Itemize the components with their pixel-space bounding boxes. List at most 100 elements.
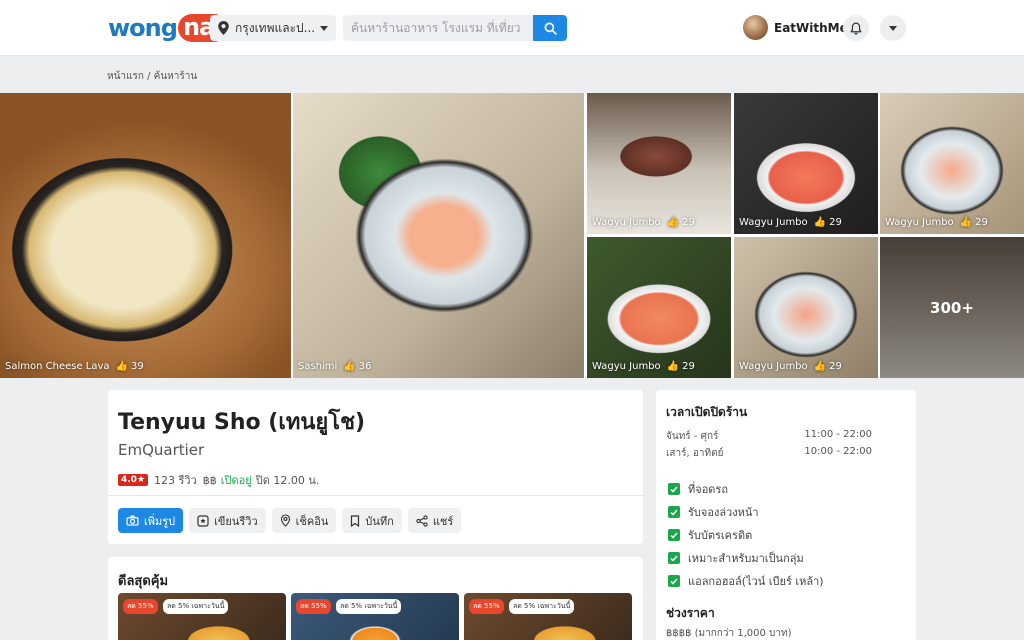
- search-input[interactable]: [343, 15, 534, 41]
- feature-item: รับจองล่วงหน้า: [668, 503, 759, 521]
- photo-likes: 39: [131, 361, 144, 372]
- thumbs-up-icon: 👍: [959, 217, 973, 228]
- thumbs-up-icon: 👍: [115, 361, 128, 372]
- hours-time: 10:00 - 22:00: [804, 446, 872, 457]
- deals-card: ดีลสุดคุ้ม ลด 55% ลด 5% เฉพาะวันนี้ ลด 5…: [108, 557, 643, 640]
- gallery-photo[interactable]: Wagyu Jumbo 👍 29: [734, 93, 878, 234]
- breadcrumb[interactable]: หน้าแรก / ค้นหาร้าน: [107, 69, 197, 84]
- avatar: [743, 15, 768, 40]
- check-icon: [668, 483, 680, 495]
- search-icon: [544, 22, 557, 35]
- deal-item[interactable]: ลด 55% ลด 5% เฉพาะวันนี้: [118, 593, 286, 640]
- restaurant-info-card: Tenyuu Sho (เทนยูโช) EmQuartier 4.0★ 123…: [108, 390, 643, 544]
- side-info-card: เวลาเปิดปิดร้าน จันทร์ - ศุกร์ 11:00 - 2…: [656, 390, 916, 640]
- check-icon: [668, 552, 680, 564]
- save-button[interactable]: บันทึก: [342, 508, 402, 533]
- thumbs-up-icon: 👍: [666, 361, 680, 372]
- write-review-button[interactable]: เขียนรีวิว: [189, 508, 266, 533]
- gallery-photo[interactable]: Salmon Cheese Lava 👍 39: [0, 93, 291, 378]
- thumbs-up-icon: 👍: [813, 361, 827, 372]
- checkin-label: เช็คอิน: [295, 514, 329, 528]
- photo-likes: 29: [829, 361, 842, 372]
- photo-title: Wagyu Jumbo: [739, 217, 808, 228]
- review-count[interactable]: 123 รีวิว: [154, 471, 197, 489]
- photo-title: Wagyu Jumbo: [592, 361, 661, 372]
- hours-time: 11:00 - 22:00: [804, 429, 872, 440]
- hours-days: เสาร์, อาทิตย์: [666, 448, 724, 459]
- thumbs-up-icon: 👍: [343, 361, 356, 372]
- divider: [108, 495, 643, 496]
- more-photos-count: 300+: [880, 237, 1024, 378]
- camera-icon: [126, 515, 139, 526]
- photo-title: Sashimi: [298, 361, 338, 372]
- search-button[interactable]: [533, 15, 567, 41]
- photo-caption: Salmon Cheese Lava 👍 39: [5, 361, 144, 372]
- hours-row: เสาร์, อาทิตย์ 10:00 - 22:00: [666, 446, 872, 461]
- location-label: กรุงเทพและป...: [235, 20, 316, 35]
- feature-label: แอลกอฮอล์(ไวน์ เบียร์ เหล้า): [688, 575, 824, 588]
- review-icon: [197, 514, 209, 527]
- feature-item: รับบัตรเครดิต: [668, 526, 752, 544]
- open-status: เปิดอยู่: [220, 474, 252, 487]
- check-icon: [668, 529, 680, 541]
- feature-label: รับจองล่วงหน้า: [688, 506, 759, 519]
- bookmark-icon: [351, 514, 360, 527]
- restaurant-branch: EmQuartier: [118, 441, 205, 459]
- hours-days: จันทร์ - ศุกร์: [666, 431, 719, 442]
- deal-item[interactable]: ลด 55% ลด 5% เฉพาะวันนี้: [291, 593, 459, 640]
- photo-caption: Sashimi 👍 36: [298, 361, 372, 372]
- photo-caption: Wagyu Jumbo 👍 29: [739, 217, 842, 228]
- gallery-more[interactable]: 300+: [880, 237, 1024, 378]
- notification-button[interactable]: [843, 15, 869, 41]
- checkin-pin-icon: [280, 514, 290, 527]
- photo-likes: 29: [829, 217, 842, 228]
- menu-dropdown-button[interactable]: [880, 15, 906, 41]
- photo-title: Salmon Cheese Lava: [5, 361, 110, 372]
- discount-badge: ลด 55%: [123, 599, 158, 614]
- user-profile[interactable]: EatWithMe: [743, 15, 848, 40]
- opening-hours-title: เวลาเปิดปิดร้าน: [666, 405, 748, 419]
- check-icon: [668, 506, 680, 518]
- add-photo-label: เพิ่มรูป: [144, 514, 176, 528]
- feature-item: แอลกอฮอล์(ไวน์ เบียร์ เหล้า): [668, 572, 824, 590]
- photo-caption: Wagyu Jumbo 👍 29: [739, 361, 842, 372]
- feature-label: เหมาะสำหรับมาเป็นกลุ่ม: [688, 552, 804, 565]
- add-photo-button[interactable]: เพิ่มรูป: [118, 508, 184, 533]
- gallery-photo[interactable]: Sashimi 👍 36: [293, 93, 584, 378]
- deals-title: ดีลสุดคุ้ม: [118, 574, 169, 589]
- gallery-photo[interactable]: Wagyu Jumbo 👍 29: [734, 237, 878, 378]
- today-discount-badge: ลด 5% เฉพาะวันนี้: [509, 599, 575, 614]
- location-pin-icon: [218, 21, 229, 35]
- photo-caption: Wagyu Jumbo 👍 29: [592, 361, 695, 372]
- gallery-photo[interactable]: Wagyu Jumbo 👍 29: [587, 93, 731, 234]
- restaurant-meta: 4.0★ 123 รีวิว ฿฿ เปิดอยู่ ปิด 12.00 น.: [118, 471, 319, 489]
- rating-badge: 4.0★: [118, 474, 149, 486]
- price-range-title: ช่วงราคา: [666, 606, 715, 620]
- photo-caption: Wagyu Jumbo 👍 29: [592, 217, 695, 228]
- today-discount-badge: ลด 5% เฉพาะวันนี้: [163, 599, 229, 614]
- logo-text-wong: wong: [108, 14, 178, 42]
- share-label: แชร์: [432, 514, 454, 528]
- photo-gallery: Salmon Cheese Lava 👍 39 Sashimi 👍 36 Wagyu J…: [0, 93, 1024, 378]
- gallery-photo[interactable]: Wagyu Jumbo 👍 29: [587, 237, 731, 378]
- deal-item[interactable]: ลด 55% ลด 5% เฉพาะวันนี้: [464, 593, 632, 640]
- share-button[interactable]: แชร์: [407, 508, 462, 533]
- photo-likes: 29: [682, 217, 695, 228]
- photo-likes: 29: [682, 361, 695, 372]
- checkin-button[interactable]: เช็คอิน: [271, 508, 337, 533]
- feature-item: เหมาะสำหรับมาเป็นกลุ่ม: [668, 549, 804, 567]
- photo-title: Wagyu Jumbo: [885, 217, 954, 228]
- share-icon: [416, 514, 428, 527]
- top-header: wongnai กรุงเทพและป... EatWithMe: [0, 0, 1024, 56]
- location-selector[interactable]: กรุงเทพและป...: [210, 15, 336, 41]
- chevron-down-icon: [320, 25, 328, 31]
- thumbs-up-icon: 👍: [813, 217, 827, 228]
- closing-time: ปิด 12.00 น.: [255, 474, 320, 487]
- price-level: ฿฿: [202, 473, 217, 487]
- today-discount-badge: ลด 5% เฉพาะวันนี้: [336, 599, 402, 614]
- discount-badge: ลด 55%: [469, 599, 504, 614]
- restaurant-name: Tenyuu Sho (เทนยูโช): [118, 410, 366, 435]
- photo-likes: 36: [358, 361, 372, 372]
- gallery-photo[interactable]: Wagyu Jumbo 👍 29: [880, 93, 1024, 234]
- discount-badge: ลด 55%: [296, 599, 331, 614]
